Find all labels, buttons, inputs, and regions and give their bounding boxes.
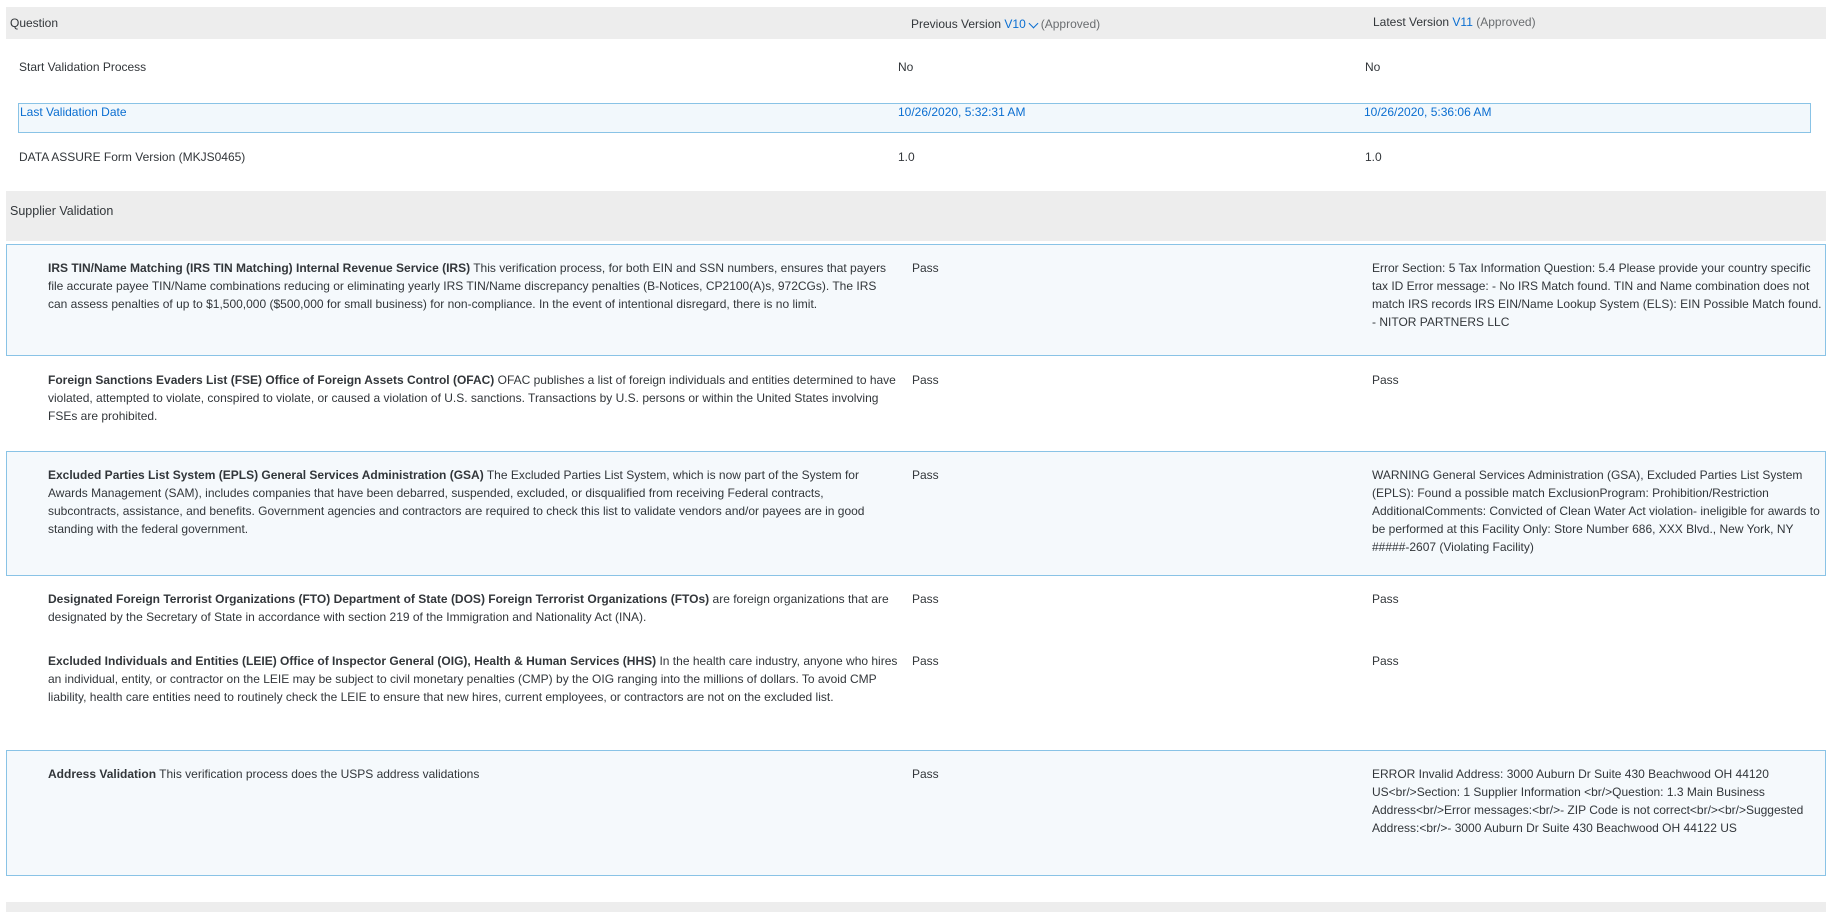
section-title: Supplier Validation bbox=[10, 204, 114, 218]
latest-version-link[interactable]: V11 bbox=[1452, 15, 1472, 29]
previous-version-selector[interactable]: V10 bbox=[1004, 17, 1040, 31]
validation-title-address: Address Validation bbox=[48, 767, 157, 781]
previous-result-leie: Pass bbox=[912, 654, 939, 668]
latest-result-epls: WARNING General Services Administration … bbox=[1372, 468, 1820, 554]
previous-last-validation-date: 10/26/2020, 5:32:31 AM bbox=[898, 105, 1026, 119]
chevron-down-icon[interactable] bbox=[1028, 18, 1039, 29]
latest-version-label: Latest Version bbox=[1373, 15, 1450, 29]
latest-result-leie: Pass bbox=[1372, 654, 1399, 668]
latest-result-fto: Pass bbox=[1372, 592, 1399, 606]
validation-description-irs: IRS TIN/Name Matching (IRS TIN Matching)… bbox=[48, 261, 887, 311]
validation-description-fse: Foreign Sanctions Evaders List (FSE) Off… bbox=[48, 373, 896, 423]
question-start-validation: Start Validation Process bbox=[19, 60, 147, 74]
previous-version-number[interactable]: V10 bbox=[1004, 17, 1025, 31]
section-header-supplier-validation bbox=[6, 191, 1826, 241]
validation-title-epls: Excluded Parties List System (EPLS) Gene… bbox=[48, 468, 484, 482]
validation-description-fto: Designated Foreign Terrorist Organizatio… bbox=[48, 592, 889, 624]
validation-description-epls: Excluded Parties List System (EPLS) Gene… bbox=[48, 468, 865, 536]
validation-title-irs: IRS TIN/Name Matching (IRS TIN Matching)… bbox=[48, 261, 471, 275]
validation-title-fto: Designated Foreign Terrorist Organizatio… bbox=[48, 592, 710, 606]
previous-result-epls: Pass bbox=[912, 468, 939, 482]
previous-version-label: Previous Version bbox=[911, 17, 1002, 31]
latest-last-validation-date: 10/26/2020, 5:36:06 AM bbox=[1364, 105, 1492, 119]
validation-title-leie: Excluded Individuals and Entities (LEIE)… bbox=[48, 654, 657, 668]
question-column-header: Question bbox=[10, 16, 59, 30]
question-last-validation-date[interactable]: Last Validation Date bbox=[20, 105, 127, 119]
latest-result-fse: Pass bbox=[1372, 373, 1399, 387]
validation-title-fse: Foreign Sanctions Evaders List (FSE) Off… bbox=[48, 373, 495, 387]
previous-result-irs: Pass bbox=[912, 261, 939, 275]
latest-start-validation: No bbox=[1365, 60, 1381, 74]
latest-version-status: (Approved) bbox=[1476, 15, 1536, 29]
latest-result-address: ERROR Invalid Address: 3000 Auburn Dr Su… bbox=[1372, 767, 1804, 835]
previous-version-header: Previous Version V10 (Approved) bbox=[911, 17, 1100, 31]
previous-version-status: (Approved) bbox=[1040, 17, 1101, 31]
question-form-version: DATA ASSURE Form Version (MKJS0465) bbox=[19, 150, 246, 164]
latest-version-header: Latest Version V11 (Approved) bbox=[1373, 15, 1536, 29]
validation-description-leie: Excluded Individuals and Entities (LEIE)… bbox=[48, 654, 898, 704]
version-comparison-page: Question Previous Version V10 (Approved) … bbox=[0, 0, 1836, 912]
previous-start-validation: No bbox=[898, 60, 914, 74]
previous-form-version: 1.0 bbox=[898, 150, 915, 164]
latest-form-version: 1.0 bbox=[1365, 150, 1382, 164]
footer-bar bbox=[6, 902, 1826, 912]
previous-result-address: Pass bbox=[912, 767, 939, 781]
validation-description-address: Address Validation This verification pro… bbox=[48, 767, 480, 781]
previous-result-fto: Pass bbox=[912, 592, 939, 606]
latest-result-irs: Error Section: 5 Tax Information Questio… bbox=[1372, 261, 1822, 329]
previous-result-fse: Pass bbox=[912, 373, 939, 387]
